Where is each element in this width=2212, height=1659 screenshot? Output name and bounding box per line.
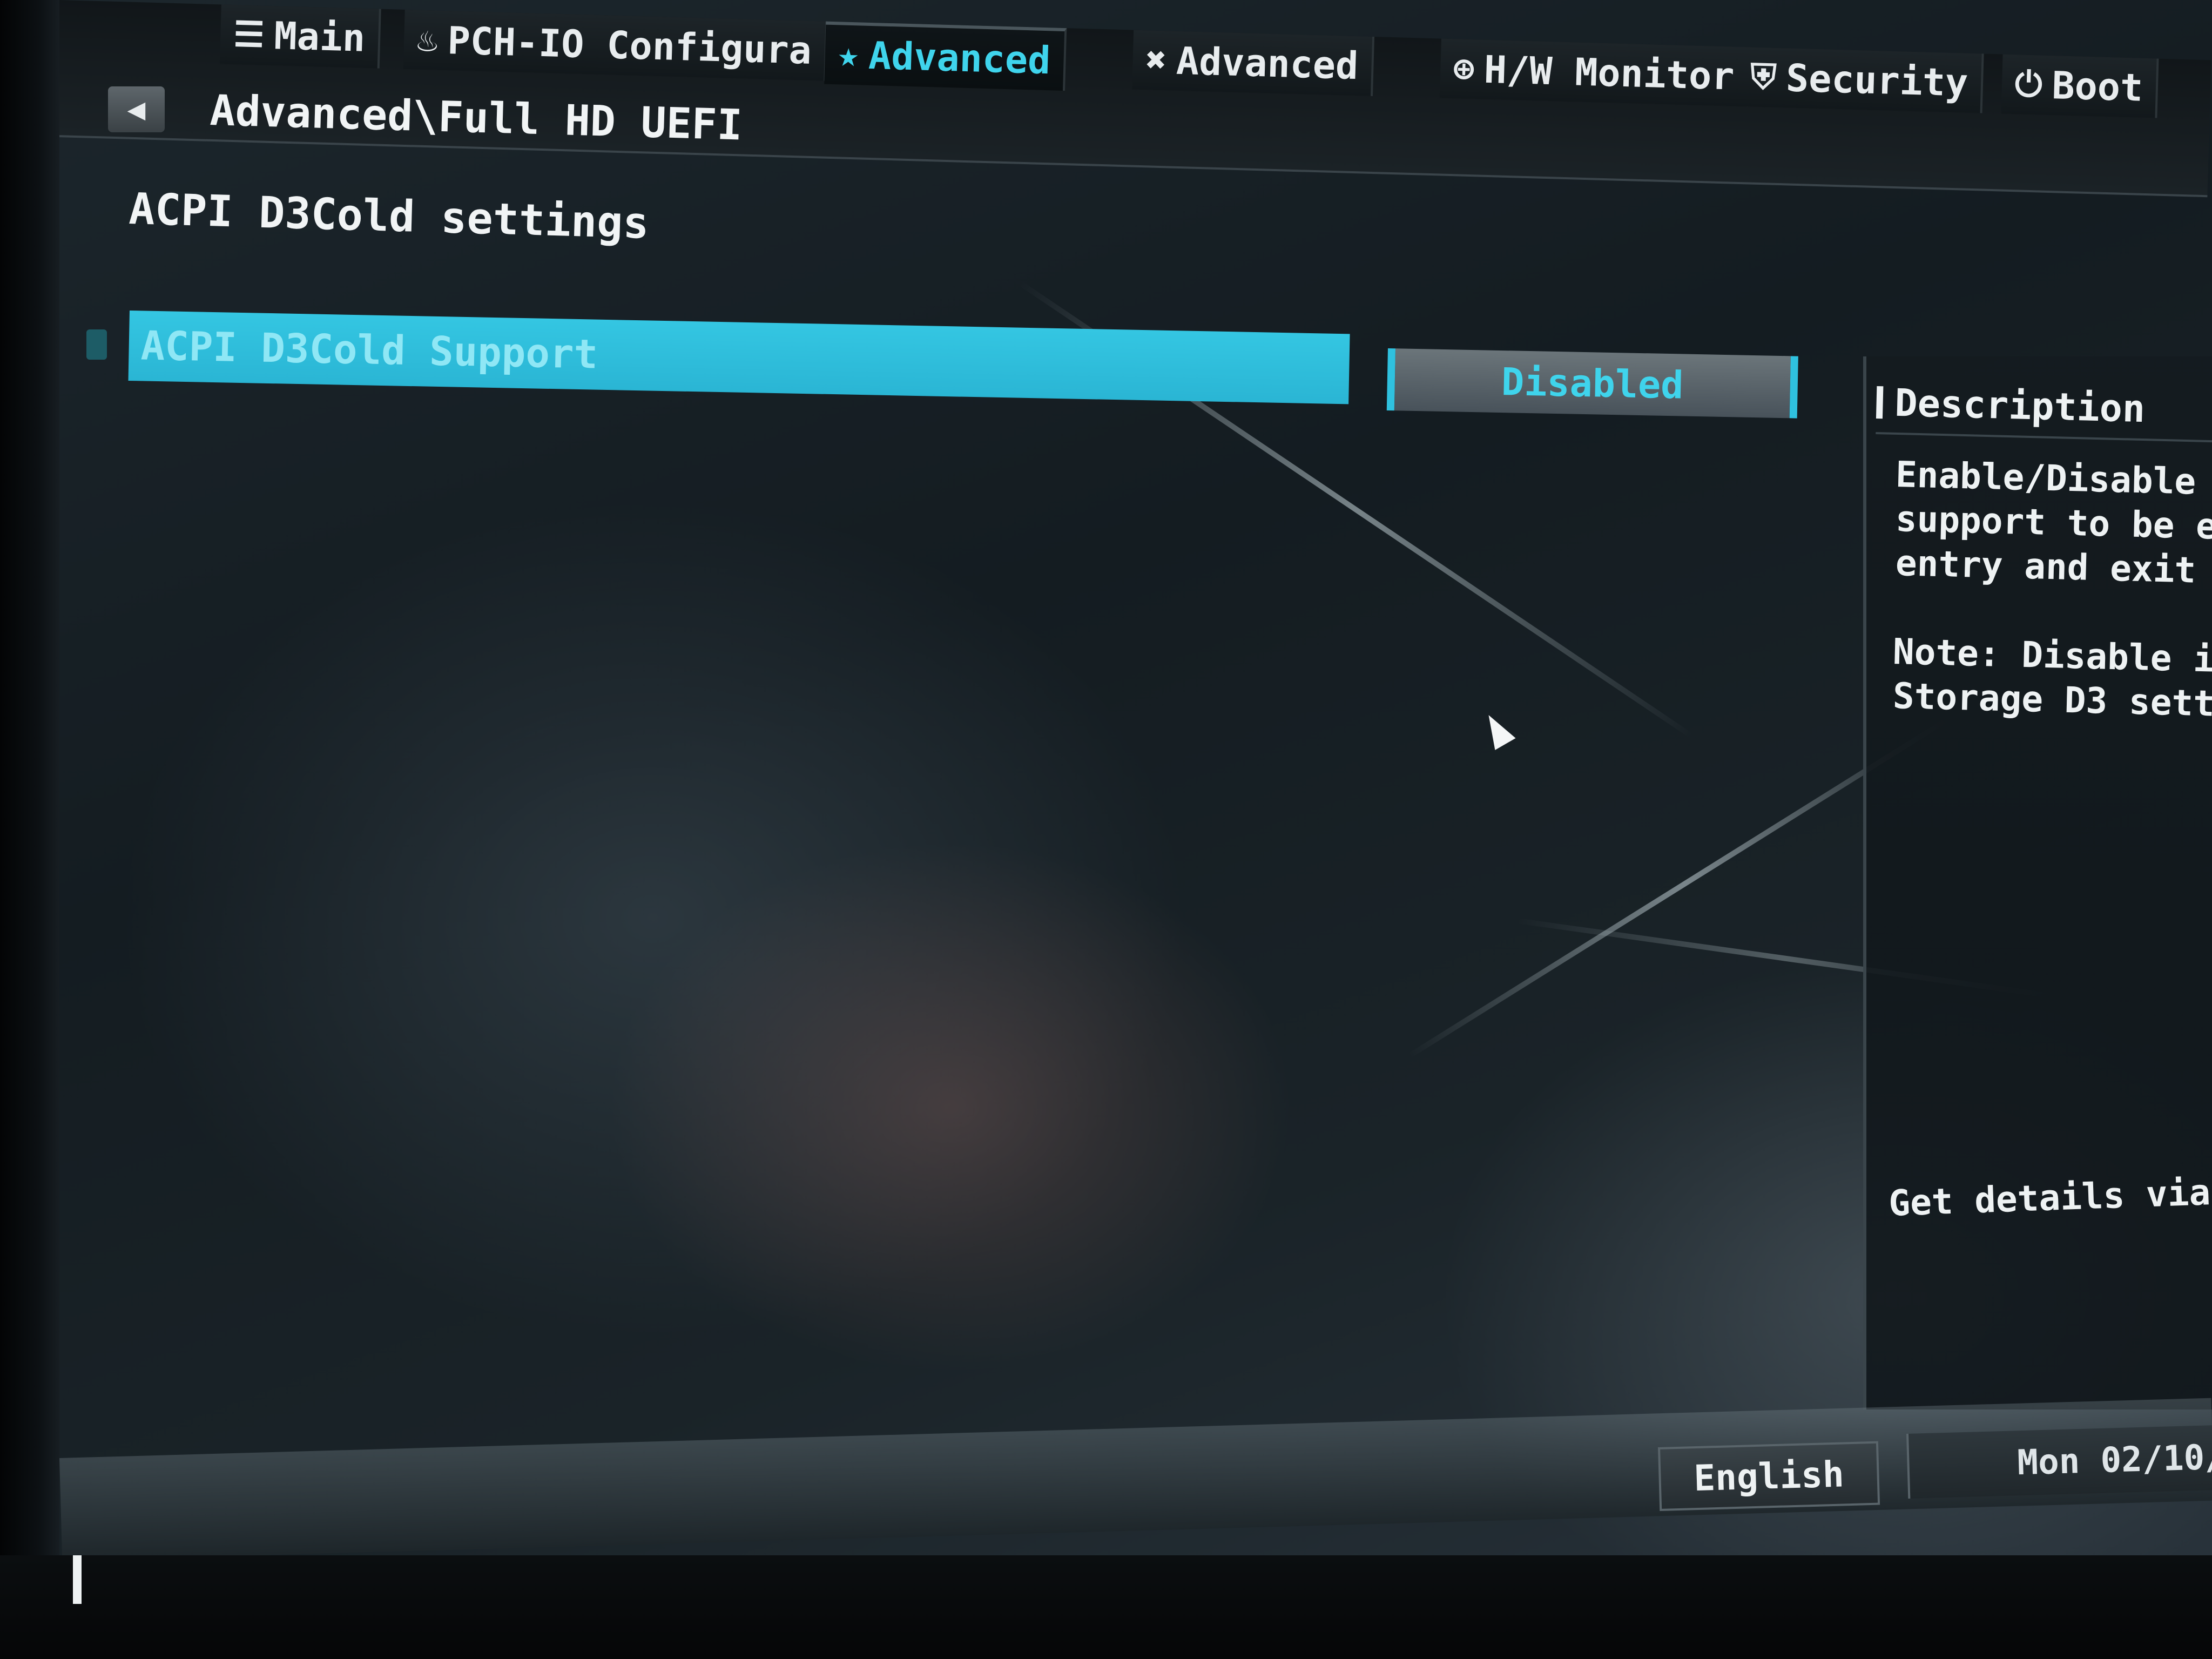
bios-screen: ☰ Main ♨ PCH-IO Configura ★ Advanced ✖ A… xyxy=(59,0,2212,1555)
description-bar-icon xyxy=(1876,386,1884,419)
scroll-indicator xyxy=(73,1555,82,1604)
description-panel: Description Enable/Disable ACP support t… xyxy=(1863,356,2212,1410)
tools-icon: ✖ xyxy=(1145,40,1168,81)
star-icon: ★ xyxy=(837,35,860,76)
bios-photo: ☰ Main ♨ PCH-IO Configura ★ Advanced ✖ A… xyxy=(0,0,2212,1659)
tab-label: Boot xyxy=(2051,63,2144,110)
tab-main[interactable]: ☰ Main xyxy=(219,4,381,69)
datetime-display: Mon 02/10/2025 xyxy=(1906,1423,2212,1499)
tab-label: Security xyxy=(1785,56,1969,105)
description-header: Description xyxy=(1876,373,2212,443)
mouse-cursor-icon xyxy=(1478,709,1516,750)
description-line: support to be exec xyxy=(1895,498,2212,549)
back-button[interactable]: ◀ xyxy=(108,86,165,132)
tab-label: Main xyxy=(273,14,366,60)
lock-icon xyxy=(86,329,107,360)
tab-label: Advanced xyxy=(1176,38,1359,89)
description-line: entry and exit xyxy=(1895,542,2197,591)
tab-advanced[interactable]: ✖ Advanced xyxy=(1132,30,1374,96)
section-title: ACPI D3Cold settings xyxy=(128,184,650,248)
description-line: Storage D3 setting xyxy=(1892,675,2212,726)
language-button[interactable]: English xyxy=(1658,1441,1880,1511)
tab-security[interactable]: ⛨ Security xyxy=(1736,46,1984,113)
setting-label: ACPI D3Cold Support xyxy=(140,322,598,378)
description-title: Description xyxy=(1894,380,2146,431)
tab-label: Advanced xyxy=(868,33,1051,83)
tab-label: H/W Monitor xyxy=(1483,47,1735,99)
back-arrow-icon: ◀ xyxy=(127,92,146,127)
list-icon: ☰ xyxy=(233,15,265,56)
setting-value-button[interactable]: Disabled xyxy=(1386,348,1798,419)
monitor-bezel-bottom xyxy=(0,1555,2212,1659)
description-line: Enable/Disable ACP xyxy=(1895,454,2212,504)
qr-details-text: Get details via QR xyxy=(1888,1169,2212,1224)
monitor-bezel-left xyxy=(0,0,65,1659)
setting-row-acpi-d3cold-support[interactable]: ACPI D3Cold Support xyxy=(128,311,1350,404)
tab-advanced-active[interactable]: ★ Advanced xyxy=(824,21,1067,91)
tab-label: PCH-IO Configura xyxy=(447,18,812,73)
shield-icon: ⛨ xyxy=(1750,57,1777,98)
tab-hw-monitor[interactable]: ⊕ H/W Monitor xyxy=(1439,38,1750,107)
flame-icon: ♨ xyxy=(416,19,439,60)
monitor-icon: ⊕ xyxy=(1453,49,1475,90)
bottom-bar xyxy=(59,1398,2212,1555)
tab-boot[interactable]: ⏻ Boot xyxy=(2001,54,2159,118)
description-line: Note: Disable it w xyxy=(1892,631,2212,682)
power-icon: ⏻ xyxy=(2014,64,2043,105)
tab-pch-io-configuration[interactable]: ♨ PCH-IO Configura xyxy=(403,9,828,81)
